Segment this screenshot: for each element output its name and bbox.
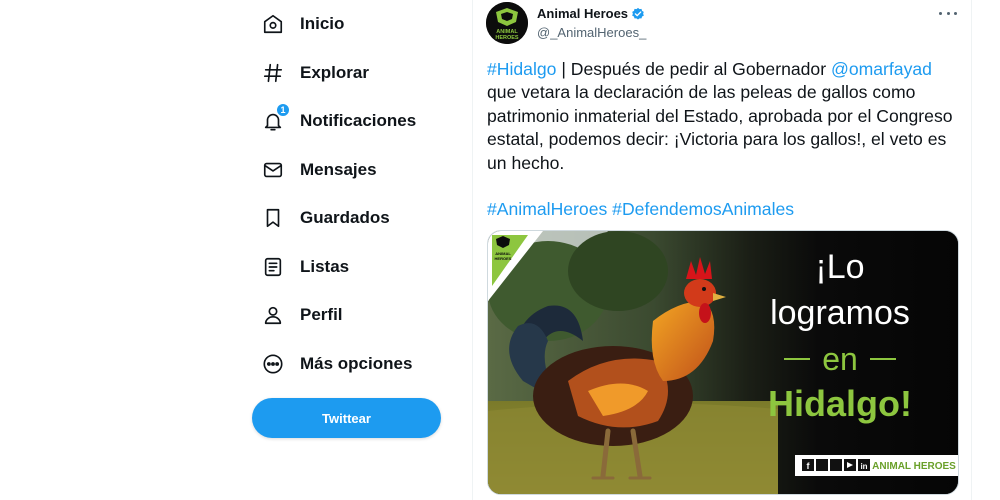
nav-item-guardados[interactable]: Guardados <box>250 194 460 243</box>
hashtag-link[interactable]: #Hidalgo <box>487 59 556 79</box>
nav-label: Más opciones <box>300 353 413 373</box>
twitter-icon <box>816 459 828 471</box>
nav-item-perfil[interactable]: Perfil <box>250 291 460 340</box>
nav-label: Mensajes <box>300 159 377 179</box>
nav-label: Perfil <box>300 305 343 325</box>
avatar-text-2: HEROES <box>495 35 519 41</box>
media-headline-4: Hidalgo! <box>768 383 912 424</box>
media-headline-3: en <box>822 341 858 377</box>
nav-label: Inicio <box>300 14 345 34</box>
person-icon <box>260 302 286 328</box>
avatar[interactable]: ANIMAL HEROES <box>486 2 528 44</box>
tweet-text-part: que vetara la declaración de las peleas … <box>487 82 953 173</box>
timeline: ANIMAL HEROES Animal Heroes @_AnimalHero… <box>472 0 972 500</box>
home-icon <box>260 11 286 37</box>
media-headline-2: logramos <box>770 294 910 332</box>
more-circle-icon <box>260 351 286 377</box>
page: Inicio Explorar 1 Notificaciones Mensaje… <box>0 0 1000 500</box>
rooster-image: ANIMAL HEROES ¡Lo logramos en Hidalgo! f… <box>488 231 958 494</box>
tweet-paragraph: #Hidalgo | Después de pedir al Gobernado… <box>487 58 965 175</box>
hashtag-icon <box>260 60 286 86</box>
tweet-hashtags: #AnimalHeroes #DefendemosAnimales <box>487 198 965 221</box>
bookmark-icon <box>260 205 286 231</box>
tweet-image[interactable]: ANIMAL HEROES ¡Lo logramos en Hidalgo! f… <box>487 230 959 495</box>
display-name[interactable]: Animal Heroes <box>537 6 628 21</box>
nav-item-listas[interactable]: Listas <box>250 243 460 292</box>
nav-label: Listas <box>300 256 350 276</box>
nav-label: Guardados <box>300 208 390 228</box>
envelope-icon <box>260 157 286 183</box>
handle[interactable]: @_AnimalHeroes_ <box>537 25 646 40</box>
tweet-header: Animal Heroes @_AnimalHeroes_ <box>537 6 646 40</box>
instagram-icon <box>830 459 842 471</box>
bell-icon: 1 <box>260 103 290 134</box>
mention-link[interactable]: @omarfayad <box>831 59 932 79</box>
nav-item-notificaciones[interactable]: 1 Notificaciones <box>250 97 460 146</box>
tweet-text: #Hidalgo | Después de pedir al Gobernado… <box>487 58 965 222</box>
notification-badge: 1 <box>276 103 290 118</box>
sidebar-nav: Inicio Explorar 1 Notificaciones Mensaje… <box>250 0 460 388</box>
media-headline-1: ¡Lo <box>815 248 864 286</box>
nav-item-mas-opciones[interactable]: Más opciones <box>250 340 460 389</box>
svg-text:in: in <box>860 462 867 471</box>
verified-icon <box>632 7 644 20</box>
tweet-text-part: | Después de pedir al Gobernador <box>556 59 831 79</box>
nav-item-inicio[interactable]: Inicio <box>250 0 460 49</box>
nav-item-explorar[interactable]: Explorar <box>250 49 460 98</box>
nav-label: Explorar <box>300 62 369 82</box>
tweet-button[interactable]: Twittear <box>252 398 441 438</box>
more-options-icon[interactable] <box>939 6 957 20</box>
media-logo-text-2: HEROES <box>495 256 512 261</box>
hashtag-link[interactable]: #DefendemosAnimales <box>612 199 794 219</box>
list-icon <box>260 254 286 280</box>
media-footer-brand: ANIMAL HEROES <box>872 461 956 472</box>
hashtag-link[interactable]: #AnimalHeroes <box>487 199 607 219</box>
nav-item-mensajes[interactable]: Mensajes <box>250 146 460 195</box>
name-row: Animal Heroes <box>537 6 646 21</box>
nav-label: Notificaciones <box>300 111 417 131</box>
social-icons: f in <box>802 459 870 471</box>
